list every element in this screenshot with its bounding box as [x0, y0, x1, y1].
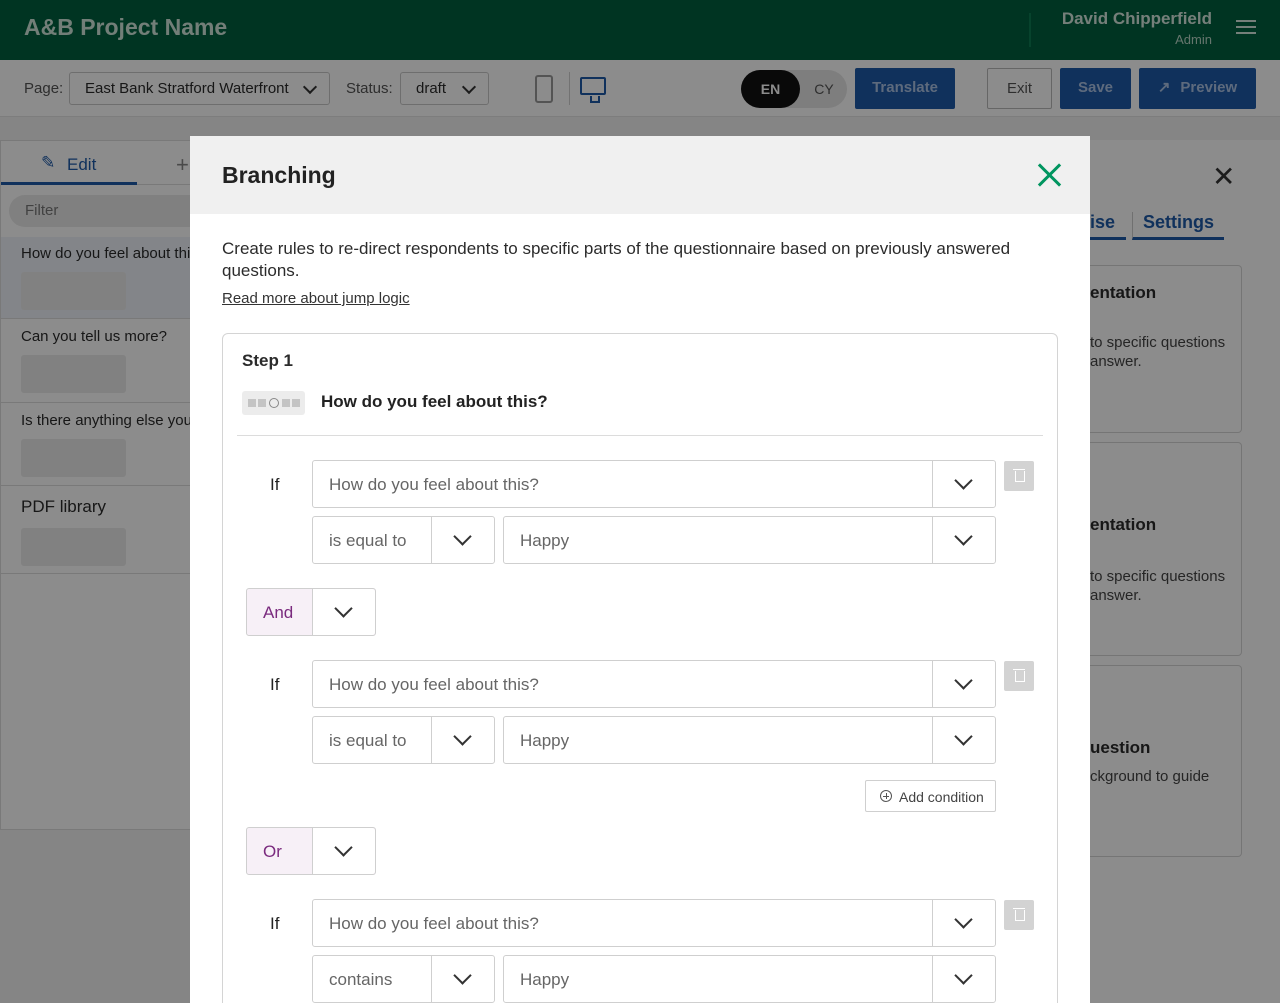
add-condition-label: Add condition: [899, 789, 984, 805]
read-more-link[interactable]: Read more about jump logic: [222, 290, 410, 307]
if-label: If: [270, 675, 280, 694]
chevron-down-icon[interactable]: [932, 956, 995, 1002]
chevron-down-icon[interactable]: [932, 517, 995, 563]
chevron-down-icon[interactable]: [932, 717, 995, 763]
question-select[interactable]: How do you feel about this?: [312, 899, 996, 947]
connector-select-or[interactable]: Or: [246, 827, 376, 875]
value-select[interactable]: Happy: [503, 716, 996, 764]
branching-modal: Branching Create rules to re-direct resp…: [190, 136, 1090, 1003]
chevron-down-icon[interactable]: [431, 717, 494, 763]
chevron-down-icon[interactable]: [932, 900, 995, 946]
step-card: Step 1 How do you feel about this? If Ho…: [222, 333, 1058, 1003]
connector-select-and[interactable]: And: [246, 588, 376, 636]
question-select-value: How do you feel about this?: [329, 475, 539, 494]
chevron-down-icon[interactable]: [431, 956, 494, 1002]
operator-select-value: is equal to: [329, 531, 407, 550]
operator-select[interactable]: is equal to: [312, 716, 495, 764]
connector-value: And: [263, 603, 294, 622]
operator-select-value: contains: [329, 970, 393, 989]
question-select[interactable]: How do you feel about this?: [312, 660, 996, 708]
trash-icon[interactable]: [1004, 900, 1034, 930]
if-label: If: [270, 914, 280, 933]
operator-select[interactable]: contains: [312, 955, 495, 1003]
modal-intro: Create rules to re-direct respondents to…: [222, 239, 1011, 280]
connector-value: Or: [263, 842, 282, 861]
question-select[interactable]: How do you feel about this?: [312, 460, 996, 508]
step-question: How do you feel about this?: [321, 392, 548, 411]
value-select-value: Happy: [520, 531, 570, 550]
step-divider: [237, 435, 1043, 436]
value-select-value: Happy: [520, 970, 570, 989]
trash-icon[interactable]: [1004, 661, 1034, 691]
chevron-down-icon[interactable]: [431, 517, 494, 563]
modal-title: Branching: [222, 162, 336, 188]
chevron-down-icon[interactable]: [932, 661, 995, 707]
smiley-scale-thumbnail: [242, 391, 305, 415]
value-select[interactable]: Happy: [503, 955, 996, 1003]
operator-select[interactable]: is equal to: [312, 516, 495, 564]
value-select[interactable]: Happy: [503, 516, 996, 564]
chevron-down-icon[interactable]: [312, 828, 375, 874]
chevron-down-icon[interactable]: [932, 461, 995, 507]
add-circle-icon: [880, 790, 892, 802]
value-select-value: Happy: [520, 731, 570, 750]
question-select-value: How do you feel about this?: [329, 675, 539, 694]
close-icon[interactable]: [1036, 162, 1062, 188]
modal-header: Branching: [190, 136, 1090, 214]
if-label: If: [270, 475, 280, 494]
trash-icon[interactable]: [1004, 461, 1034, 491]
chevron-down-icon[interactable]: [312, 589, 375, 635]
question-select-value: How do you feel about this?: [329, 914, 539, 933]
add-condition-button[interactable]: Add condition: [865, 780, 996, 812]
operator-select-value: is equal to: [329, 731, 407, 750]
step-label: Step 1: [242, 351, 294, 370]
